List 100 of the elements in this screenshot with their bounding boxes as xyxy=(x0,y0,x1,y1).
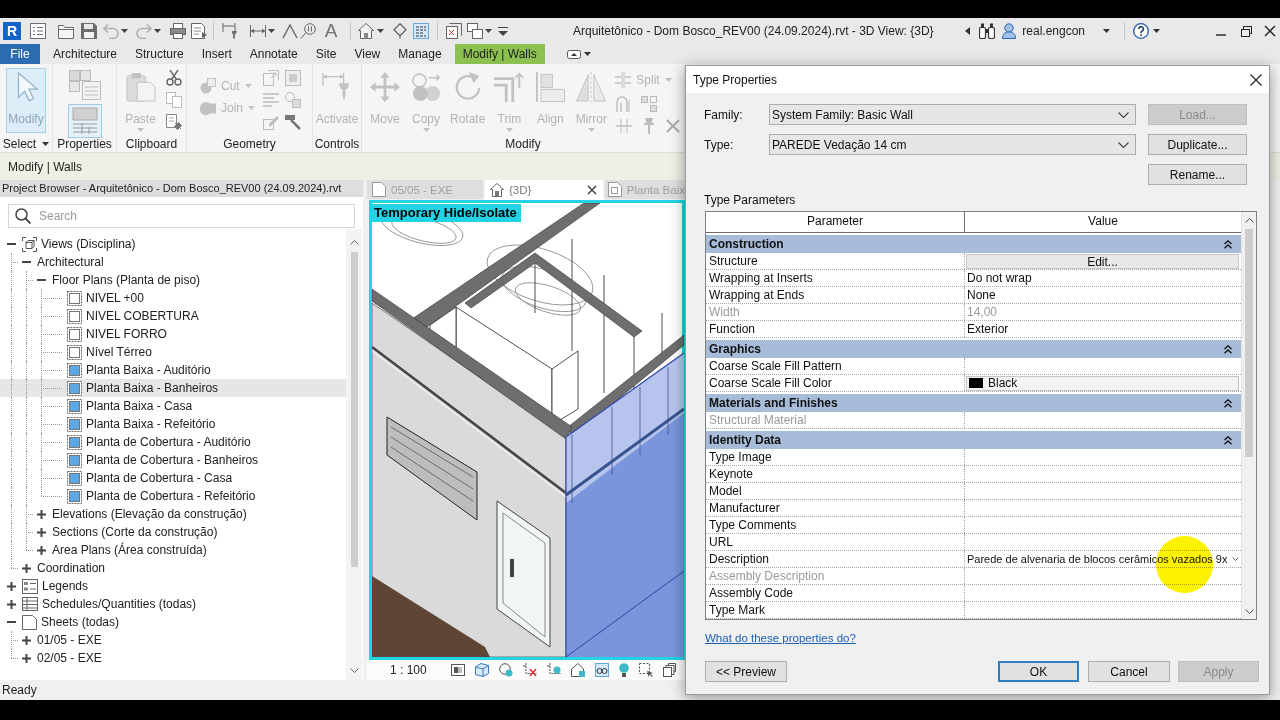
restore-icon[interactable] xyxy=(1241,25,1252,37)
cube-icon[interactable] xyxy=(474,663,489,677)
tree-item[interactable]: Coordination xyxy=(0,559,346,577)
framed-squares-icon[interactable] xyxy=(450,664,465,676)
help-icon[interactable] xyxy=(1133,23,1149,39)
edit-button[interactable]: Edit... xyxy=(966,253,1239,269)
plus-icon[interactable] xyxy=(21,635,31,645)
house-icon[interactable] xyxy=(358,23,374,39)
tree-item[interactable]: Architectural xyxy=(0,253,346,271)
thin-lines-icon[interactable] xyxy=(413,23,429,39)
ribbon-tab[interactable]: View xyxy=(345,44,390,64)
hammer-icon[interactable] xyxy=(285,114,301,130)
cancel-button[interactable]: Cancel xyxy=(1088,661,1170,682)
tree-item[interactable]: Planta de Cobertura - Refeitório xyxy=(0,487,346,505)
left-triangle-icon[interactable] xyxy=(965,27,971,35)
tree-item[interactable]: Planta Baixa - Casa xyxy=(0,397,346,415)
house-lock-icon[interactable] xyxy=(570,663,585,677)
switch-windows-icon[interactable] xyxy=(467,23,483,39)
color-button[interactable]: Black xyxy=(966,375,1239,391)
close-button[interactable] xyxy=(1248,71,1264,88)
bulb-icon[interactable] xyxy=(618,663,629,677)
help-link[interactable]: What do these properties do? xyxy=(705,631,856,645)
tree-item[interactable]: Sections (Corte da construção) xyxy=(0,523,346,541)
ribbon-tab[interactable]: Modify | Walls xyxy=(454,44,545,64)
folder-icon[interactable] xyxy=(58,23,74,39)
minus-icon[interactable] xyxy=(6,243,16,245)
tree-item[interactable]: Legends xyxy=(0,577,346,595)
tree-item[interactable]: Nível Térreo xyxy=(0,343,346,361)
crop-dot-icon[interactable] xyxy=(546,663,561,677)
ribbon-tab[interactable]: Manage xyxy=(389,44,451,64)
double-chevron-up-icon[interactable] xyxy=(1224,239,1232,249)
plus-icon[interactable] xyxy=(36,545,46,555)
tree-item[interactable]: Planta Baixa - Banheiros xyxy=(0,379,346,397)
search-field[interactable]: Search xyxy=(8,204,355,228)
angled-line-icon[interactable] xyxy=(282,23,298,39)
scale-label[interactable]: 1 : 100 xyxy=(390,663,427,677)
crop-x-icon[interactable] xyxy=(522,663,537,677)
group-header-row[interactable]: Construction xyxy=(706,235,1241,253)
user-name[interactable]: real.engcon xyxy=(1022,24,1085,38)
minus-icon[interactable] xyxy=(6,621,16,623)
type-dropdown[interactable]: PAREDE Vedação 14 cm xyxy=(769,134,1136,155)
tree-item[interactable]: Area Plans (Área construída) xyxy=(0,541,346,559)
plus-icon[interactable] xyxy=(36,527,46,537)
plus-icon[interactable] xyxy=(6,581,16,591)
circle-dot-icon[interactable] xyxy=(498,663,513,677)
document-arrow-icon[interactable] xyxy=(191,23,207,39)
plus-icon[interactable] xyxy=(36,509,46,519)
tree-item[interactable]: Elevations (Elevação da construção) xyxy=(0,505,346,523)
tree-item[interactable]: NIVEL +00 xyxy=(0,289,346,307)
stacked-boxes-icon[interactable] xyxy=(662,663,676,677)
text-tool-button[interactable]: A xyxy=(324,21,338,41)
ok-button[interactable]: OK xyxy=(998,661,1079,682)
document-tab[interactable]: {3D} xyxy=(484,180,603,200)
tree-item[interactable]: Planta de Cobertura - Auditório xyxy=(0,433,346,451)
double-chevron-up-icon[interactable] xyxy=(1224,398,1232,408)
close-windows-icon[interactable] xyxy=(446,23,462,39)
tree-item[interactable]: Views (Disciplina) xyxy=(0,235,346,253)
ribbon-tab[interactable]: Annotate xyxy=(240,44,307,64)
ribbon-tab[interactable]: Structure xyxy=(126,44,193,64)
tree-item[interactable]: 01/05 - EXE xyxy=(0,631,346,649)
tree-item[interactable]: Planta de Cobertura - Banheiros xyxy=(0,451,346,469)
circle-handle-icon[interactable] xyxy=(300,23,316,39)
plus-icon[interactable] xyxy=(21,653,31,663)
brush-page-icon[interactable] xyxy=(165,114,182,130)
ribbon-tab[interactable]: Insert xyxy=(192,44,241,64)
tree-item[interactable]: Floor Plans (Planta de piso) xyxy=(0,271,346,289)
ribbon-tab[interactable]: Site xyxy=(306,44,346,64)
dimension-icon[interactable] xyxy=(250,23,266,39)
app-logo[interactable]: R xyxy=(3,22,21,40)
scrollbar[interactable] xyxy=(346,229,362,680)
customize-icon[interactable] xyxy=(498,26,508,36)
model-viewport[interactable]: Temporary Hide/Isolate xyxy=(369,200,685,660)
minus-icon[interactable] xyxy=(36,279,46,281)
tree-item[interactable]: Schedules/Quantities (todas) xyxy=(0,595,346,613)
tree-item[interactable]: Planta de Cobertura - Casa xyxy=(0,469,346,487)
group-header-row[interactable]: Identity Data xyxy=(706,431,1241,449)
close-tab-button[interactable] xyxy=(586,185,597,195)
minus-icon[interactable] xyxy=(21,261,31,263)
glasses-icon[interactable] xyxy=(594,663,609,677)
scrollbar[interactable] xyxy=(1241,212,1256,619)
ribbon-tab[interactable]: File xyxy=(0,44,40,64)
double-chevron-up-icon[interactable] xyxy=(1224,435,1232,445)
plus-icon[interactable] xyxy=(21,563,31,573)
duplicate-button[interactable]: Duplicate... xyxy=(1148,134,1247,155)
preview-button[interactable]: << Preview xyxy=(705,661,787,682)
dimension-pin-icon[interactable] xyxy=(222,23,238,39)
tree-item[interactable]: Sheets (todas) xyxy=(0,613,346,631)
printer-icon[interactable] xyxy=(170,23,186,39)
family-dropdown[interactable]: System Family: Basic Wall xyxy=(769,104,1136,125)
double-chevron-up-icon[interactable] xyxy=(1224,344,1232,354)
tree-item[interactable]: NIVEL COBERTURA xyxy=(0,307,346,325)
close-icon[interactable] xyxy=(1264,25,1276,37)
ribbon-tab[interactable]: Architecture xyxy=(44,44,127,64)
tree-item[interactable]: NIVEL FORRO xyxy=(0,325,346,343)
scissors-icon[interactable] xyxy=(165,70,182,86)
dashed-selection-icon[interactable] xyxy=(638,663,653,677)
binoculars-icon[interactable] xyxy=(979,23,996,39)
plus-icon[interactable] xyxy=(6,599,16,609)
panel-menu-button[interactable]: Select xyxy=(0,136,52,152)
tree-item[interactable]: Planta Baixa - Refeitório xyxy=(0,415,346,433)
